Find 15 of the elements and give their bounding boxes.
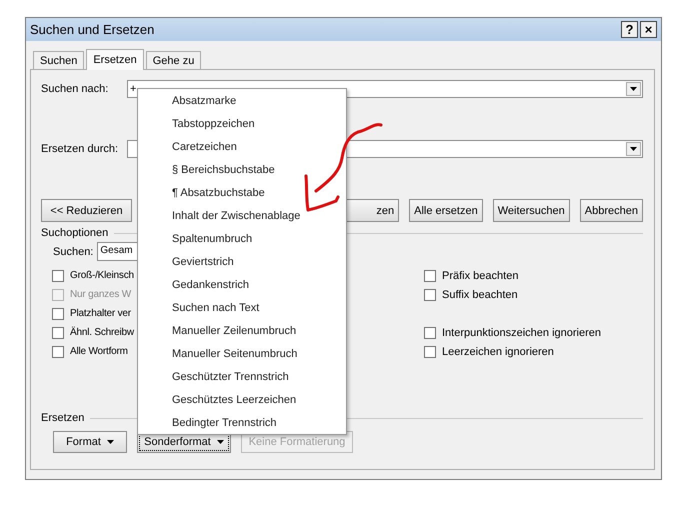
checkbox-label: Groß-/Kleinsch: [70, 270, 134, 281]
group-label: Suchoptionen: [41, 227, 108, 239]
checkbox-label: Leerzeichen ignorieren: [442, 346, 554, 358]
checkbox-label: Platzhalter ver: [70, 308, 131, 319]
group-label: Ersetzen: [41, 412, 84, 424]
checkbox-label: Interpunktionszeichen ignorieren: [442, 326, 601, 338]
checkbox-label: Nur ganzes W: [70, 289, 131, 300]
field-label: Ersetzen durch:: [41, 143, 120, 155]
field-label: Suchen:: [53, 246, 94, 258]
checkbox-label: Suffix beachten: [442, 288, 518, 300]
checkbox-label: Alle Wortform: [70, 346, 128, 357]
field-label: Suchen nach:: [41, 83, 110, 95]
window-title: Suchen und Ersetzen: [30, 22, 156, 37]
checkbox-label: Ähnl. Schreibw: [70, 327, 134, 338]
checkbox-label: Präfix beachten: [442, 270, 518, 282]
